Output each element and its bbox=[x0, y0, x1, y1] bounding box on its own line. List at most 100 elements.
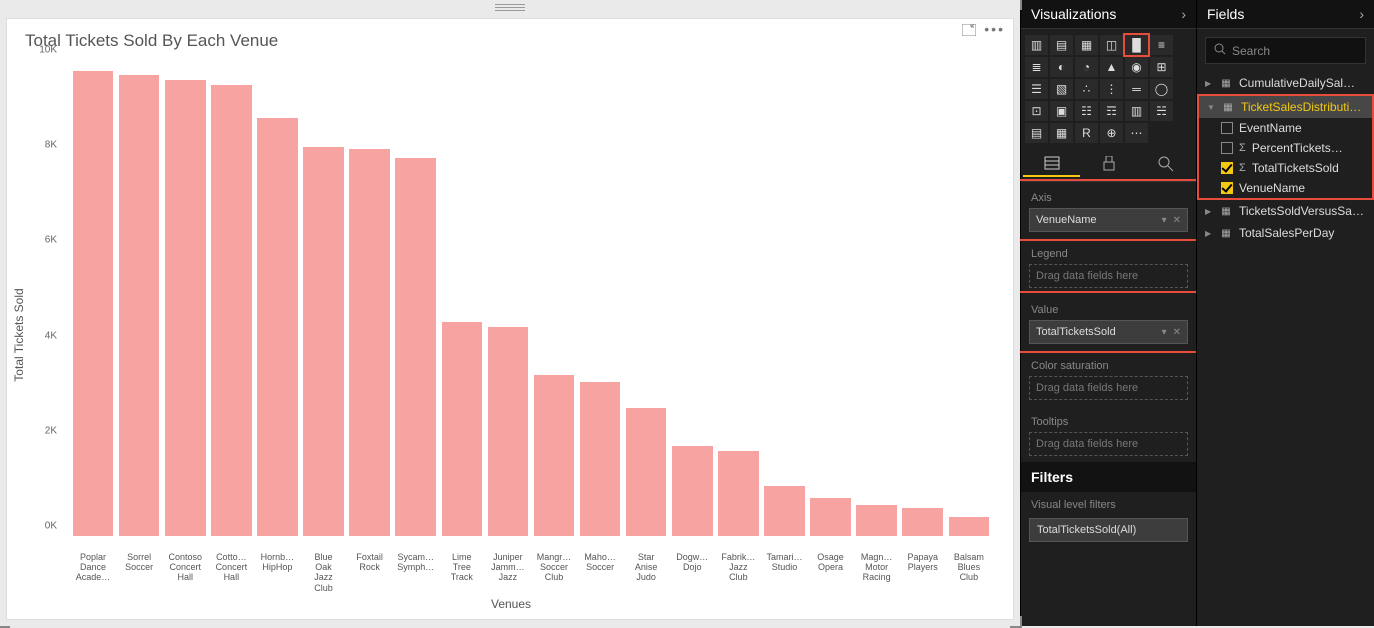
bar[interactable] bbox=[718, 451, 759, 537]
tooltips-well[interactable]: Tooltips Drag data fields here bbox=[1021, 406, 1196, 462]
visualizations-header[interactable]: Visualizations › bbox=[1021, 0, 1196, 29]
visual-type-icon[interactable]: ≡ bbox=[1150, 35, 1173, 55]
fields-panel: Fields › Search ▶▦CumulativeDailySal…▼▦T… bbox=[1196, 0, 1374, 626]
filter-item[interactable]: TotalTicketsSold(All) bbox=[1029, 518, 1188, 542]
analytics-tab[interactable] bbox=[1137, 151, 1194, 177]
x-tick-label: SorrelSoccer bbox=[117, 552, 161, 593]
x-tick-label: Cotto…ConcertHall bbox=[209, 552, 253, 593]
visual-type-icon[interactable]: ◉ bbox=[1125, 57, 1148, 77]
bar[interactable] bbox=[211, 85, 252, 536]
visual-type-icon[interactable]: ∴ bbox=[1075, 79, 1098, 99]
bar[interactable] bbox=[580, 382, 621, 536]
visual-type-icon[interactable]: ▣ bbox=[1050, 101, 1073, 121]
bar[interactable] bbox=[119, 75, 160, 536]
bar[interactable] bbox=[442, 322, 483, 536]
chevron-right-icon[interactable]: › bbox=[1359, 6, 1364, 22]
field-row[interactable]: VenueName bbox=[1199, 178, 1372, 198]
bar[interactable] bbox=[165, 80, 206, 536]
x-axis-label: Venues bbox=[491, 597, 531, 611]
field-row[interactable]: ΣTotalTicketsSold bbox=[1199, 158, 1372, 178]
legend-well[interactable]: Legend Drag data fields here bbox=[1021, 238, 1196, 294]
visual-type-icon[interactable]: ▤ bbox=[1050, 35, 1073, 55]
x-tick-label: ContosoConcertHall bbox=[163, 552, 207, 593]
bar[interactable] bbox=[949, 517, 990, 536]
x-tick-label: Maho…Soccer bbox=[578, 552, 622, 593]
visual-type-icon[interactable]: ▦ bbox=[1075, 35, 1098, 55]
table-row[interactable]: ▶▦CumulativeDailySal… bbox=[1197, 72, 1374, 94]
visual-type-icon[interactable]: R bbox=[1075, 123, 1098, 143]
bar[interactable] bbox=[395, 158, 436, 536]
visual-type-icon[interactable]: ☵ bbox=[1150, 101, 1173, 121]
bar[interactable] bbox=[626, 408, 667, 536]
remove-icon[interactable]: ✕ bbox=[1173, 327, 1181, 338]
bar[interactable] bbox=[856, 505, 897, 536]
visualizations-panel: Visualizations › ▥▤▦◫█≡≣◐◔▲◉⊞☰▧∴⋮═◯⊡▣☷☶▥… bbox=[1020, 0, 1196, 626]
bar[interactable] bbox=[902, 508, 943, 536]
visual-type-icon[interactable]: █ bbox=[1125, 35, 1148, 55]
visual-type-icon[interactable]: ◯ bbox=[1150, 79, 1173, 99]
table-row[interactable]: ▶▦TicketsSoldVersusSa… bbox=[1197, 200, 1374, 222]
report-canvas[interactable]: ••• Total Tickets Sold By Each Venue Tot… bbox=[0, 0, 1020, 626]
fields-tab[interactable] bbox=[1023, 151, 1080, 177]
x-tick-label: StarAniseJudo bbox=[624, 552, 668, 593]
bar[interactable] bbox=[257, 118, 298, 536]
visual-type-icon[interactable]: ═ bbox=[1125, 79, 1148, 99]
checkbox[interactable] bbox=[1221, 182, 1233, 194]
visual-type-icon[interactable]: ⊕ bbox=[1100, 123, 1123, 143]
value-well[interactable]: Value TotalTicketsSold ▾✕ bbox=[1021, 294, 1196, 350]
checkbox[interactable] bbox=[1221, 162, 1233, 174]
bar[interactable] bbox=[73, 71, 114, 537]
bar[interactable] bbox=[534, 375, 575, 537]
x-tick-label: Hornb…HipHop bbox=[255, 552, 299, 593]
chevron-right-icon[interactable]: › bbox=[1181, 6, 1186, 22]
table-row[interactable]: ▶▦TotalSalesPerDay bbox=[1197, 222, 1374, 244]
chart-visual[interactable]: ••• Total Tickets Sold By Each Venue Tot… bbox=[6, 18, 1014, 620]
chevron-down-icon[interactable]: ▾ bbox=[1162, 327, 1167, 338]
visual-type-icon[interactable]: ⋯ bbox=[1125, 123, 1148, 143]
visual-type-icon[interactable]: ⊞ bbox=[1150, 57, 1173, 77]
visual-type-icon[interactable]: ▲ bbox=[1100, 57, 1123, 77]
axis-well[interactable]: Axis VenueName ▾✕ bbox=[1021, 182, 1196, 238]
visual-type-icon[interactable]: ▤ bbox=[1025, 123, 1048, 143]
drag-handle-icon[interactable] bbox=[495, 4, 525, 11]
visual-type-icon[interactable]: ☶ bbox=[1100, 101, 1123, 121]
bar[interactable] bbox=[764, 486, 805, 536]
y-tick-label: 2K bbox=[45, 425, 57, 436]
x-tick-label: Tamari…Studio bbox=[762, 552, 806, 593]
fields-header[interactable]: Fields › bbox=[1197, 0, 1374, 29]
color-saturation-well[interactable]: Color saturation Drag data fields here bbox=[1021, 350, 1196, 406]
format-tab[interactable] bbox=[1080, 151, 1137, 177]
field-row[interactable]: ΣPercentTickets… bbox=[1199, 138, 1372, 158]
visual-type-icon[interactable]: ≣ bbox=[1025, 57, 1048, 77]
more-options-icon[interactable]: ••• bbox=[984, 21, 1005, 39]
filters-header[interactable]: Filters bbox=[1021, 462, 1196, 492]
bar[interactable] bbox=[672, 446, 713, 536]
visual-type-icon[interactable]: ▦ bbox=[1050, 123, 1073, 143]
checkbox[interactable] bbox=[1221, 142, 1233, 154]
visual-type-icon[interactable]: ▧ bbox=[1050, 79, 1073, 99]
x-tick-label: JuniperJamm…Jazz bbox=[486, 552, 530, 593]
bar[interactable] bbox=[303, 147, 344, 537]
visual-type-icon[interactable]: ⋮ bbox=[1100, 79, 1123, 99]
visual-type-icon[interactable]: ◔ bbox=[1075, 57, 1098, 77]
visual-type-icon[interactable]: ▥ bbox=[1125, 101, 1148, 121]
table-row[interactable]: ▼▦TicketSalesDistributi… bbox=[1199, 96, 1372, 118]
field-row[interactable]: EventName bbox=[1199, 118, 1372, 138]
bar[interactable] bbox=[488, 327, 529, 536]
bar[interactable] bbox=[349, 149, 390, 536]
checkbox[interactable] bbox=[1221, 122, 1233, 134]
visual-type-icon[interactable]: ☰ bbox=[1025, 79, 1048, 99]
visual-type-icon[interactable]: ▥ bbox=[1025, 35, 1048, 55]
focus-mode-icon[interactable] bbox=[962, 23, 976, 41]
remove-icon[interactable]: ✕ bbox=[1173, 215, 1181, 226]
visual-type-icon[interactable]: ◫ bbox=[1100, 35, 1123, 55]
chevron-down-icon[interactable]: ▾ bbox=[1162, 215, 1167, 226]
y-tick-label: 6K bbox=[45, 235, 57, 246]
x-tick-label: FoxtailRock bbox=[348, 552, 392, 593]
visual-type-icon[interactable]: ◐ bbox=[1050, 57, 1073, 77]
visual-type-icon[interactable]: ☷ bbox=[1075, 101, 1098, 121]
visual-type-icon[interactable]: ⊡ bbox=[1025, 101, 1048, 121]
x-tick-label: Fabrik…JazzClub bbox=[716, 552, 760, 593]
fields-search-input[interactable]: Search bbox=[1205, 37, 1366, 64]
bar[interactable] bbox=[810, 498, 851, 536]
